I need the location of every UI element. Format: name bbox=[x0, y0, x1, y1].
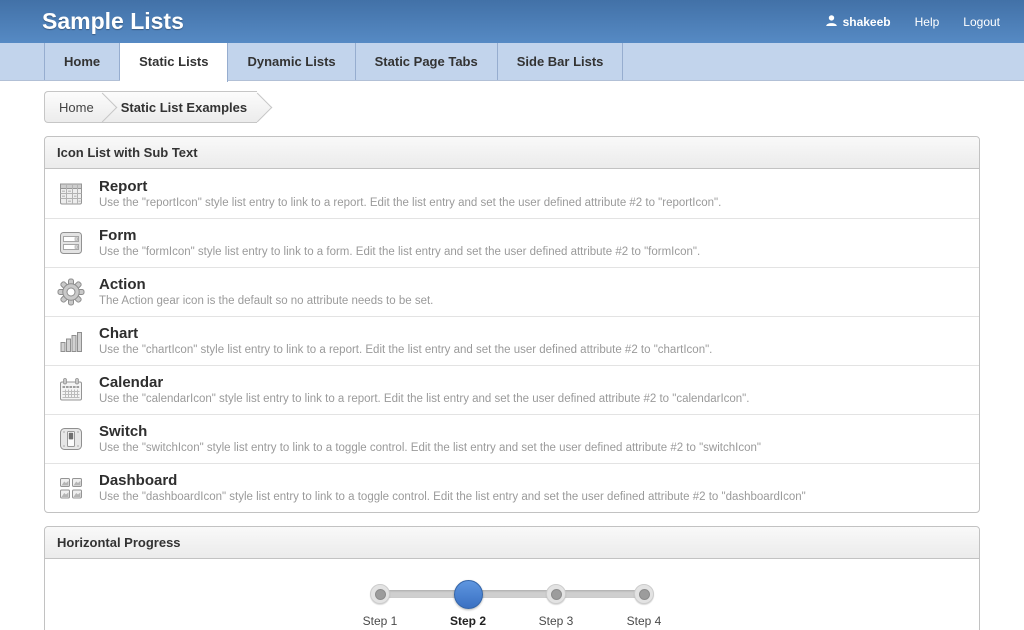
list-item-subtext: Use the "dashboardIcon" style list entry… bbox=[99, 491, 806, 504]
list-item-title: Dashboard bbox=[99, 472, 806, 489]
user-icon bbox=[825, 14, 838, 30]
list-item-title: Report bbox=[99, 178, 721, 195]
list-item-dashboard[interactable]: Dashboard Use the "dashboardIcon" style … bbox=[45, 463, 979, 512]
list-item-text: Report Use the "reportIcon" style list e… bbox=[99, 178, 721, 210]
tab-bar: Home Static Lists Dynamic Lists Static P… bbox=[0, 43, 1024, 81]
progress-steps: Step 1 Step 2 Step 3 Step 4 bbox=[336, 579, 688, 628]
logout-link[interactable]: Logout bbox=[963, 15, 1000, 29]
list-item-subtext: Use the "chartIcon" style list entry to … bbox=[99, 344, 712, 357]
user-name: shakeeb bbox=[843, 15, 891, 29]
tab-dynamic-lists[interactable]: Dynamic Lists bbox=[228, 43, 355, 80]
user-menu[interactable]: shakeeb bbox=[825, 14, 891, 30]
list-item-subtext: Use the "reportIcon" style list entry to… bbox=[99, 197, 721, 210]
progress-panel-title: Horizontal Progress bbox=[45, 527, 979, 559]
list-item-subtext: The Action gear icon is the default so n… bbox=[99, 295, 433, 308]
dashboard-icon bbox=[57, 474, 85, 502]
list-item-title: Action bbox=[99, 276, 433, 293]
list-item-text: Switch Use the "switchIcon" style list e… bbox=[99, 423, 761, 455]
chart-icon bbox=[57, 327, 85, 355]
list-item-subtext: Use the "calendarIcon" style list entry … bbox=[99, 393, 749, 406]
list-item-chart[interactable]: Chart Use the "chartIcon" style list ent… bbox=[45, 316, 979, 365]
report-icon bbox=[57, 180, 85, 208]
breadcrumb: Home Static List Examples bbox=[44, 91, 257, 123]
icon-list-panel-title: Icon List with Sub Text bbox=[45, 137, 979, 169]
tab-static-lists[interactable]: Static Lists bbox=[120, 43, 228, 82]
list-item-title: Calendar bbox=[99, 374, 749, 391]
help-link[interactable]: Help bbox=[915, 15, 940, 29]
list-item-text: Form Use the "formIcon" style list entry… bbox=[99, 227, 700, 259]
icon-list-panel: Icon List with Sub Text Report Use the "… bbox=[44, 136, 980, 513]
tab-static-page-tabs[interactable]: Static Page Tabs bbox=[356, 43, 498, 80]
breadcrumb-arrow-tip bbox=[243, 93, 273, 123]
breadcrumb-current: Static List Examples bbox=[121, 100, 247, 115]
list-item-subtext: Use the "switchIcon" style list entry to… bbox=[99, 442, 761, 455]
list-item-title: Switch bbox=[99, 423, 761, 440]
list-item-text: Chart Use the "chartIcon" style list ent… bbox=[99, 325, 712, 357]
list-item-text: Action The Action gear icon is the defau… bbox=[99, 276, 433, 308]
progress-body: Step 1 Step 2 Step 3 Step 4 bbox=[45, 559, 979, 630]
calendar-icon bbox=[57, 376, 85, 404]
list-item-report[interactable]: Report Use the "reportIcon" style list e… bbox=[45, 169, 979, 218]
app-title: Sample Lists bbox=[42, 8, 184, 35]
form-icon bbox=[57, 229, 85, 257]
list-item-subtext: Use the "formIcon" style list entry to l… bbox=[99, 246, 700, 259]
progress-step-1[interactable]: Step 1 bbox=[336, 579, 424, 628]
list-item-action[interactable]: Action The Action gear icon is the defau… bbox=[45, 267, 979, 316]
step-dot bbox=[634, 584, 654, 604]
step-label: Step 4 bbox=[627, 614, 662, 628]
tab-home[interactable]: Home bbox=[44, 43, 120, 80]
progress-step-3[interactable]: Step 3 bbox=[512, 579, 600, 628]
step-dot bbox=[370, 584, 390, 604]
progress-step-2[interactable]: Step 2 bbox=[424, 579, 512, 628]
step-dot bbox=[546, 584, 566, 604]
list-item-title: Form bbox=[99, 227, 700, 244]
horizontal-progress-panel: Horizontal Progress Step 1 Step 2 Step 3 bbox=[44, 526, 980, 630]
page: Sample Lists shakeeb Help Logout Home St… bbox=[0, 0, 1024, 630]
list-item-title: Chart bbox=[99, 325, 712, 342]
app-header: Sample Lists shakeeb Help Logout bbox=[0, 0, 1024, 43]
list-item-switch[interactable]: Switch Use the "switchIcon" style list e… bbox=[45, 414, 979, 463]
step-dot-active bbox=[454, 580, 483, 609]
list-item-text: Calendar Use the "calendarIcon" style li… bbox=[99, 374, 749, 406]
step-label: Step 2 bbox=[450, 614, 486, 628]
step-label: Step 1 bbox=[363, 614, 398, 628]
header-right: shakeeb Help Logout bbox=[825, 14, 1000, 30]
tab-side-bar-lists[interactable]: Side Bar Lists bbox=[498, 43, 624, 80]
list-item-calendar[interactable]: Calendar Use the "calendarIcon" style li… bbox=[45, 365, 979, 414]
list-item-form[interactable]: Form Use the "formIcon" style list entry… bbox=[45, 218, 979, 267]
step-label: Step 3 bbox=[539, 614, 574, 628]
breadcrumb-home[interactable]: Home bbox=[59, 100, 94, 115]
list-item-text: Dashboard Use the "dashboardIcon" style … bbox=[99, 472, 806, 504]
gear-icon bbox=[57, 278, 85, 306]
progress-step-4[interactable]: Step 4 bbox=[600, 579, 688, 628]
switch-icon bbox=[57, 425, 85, 453]
